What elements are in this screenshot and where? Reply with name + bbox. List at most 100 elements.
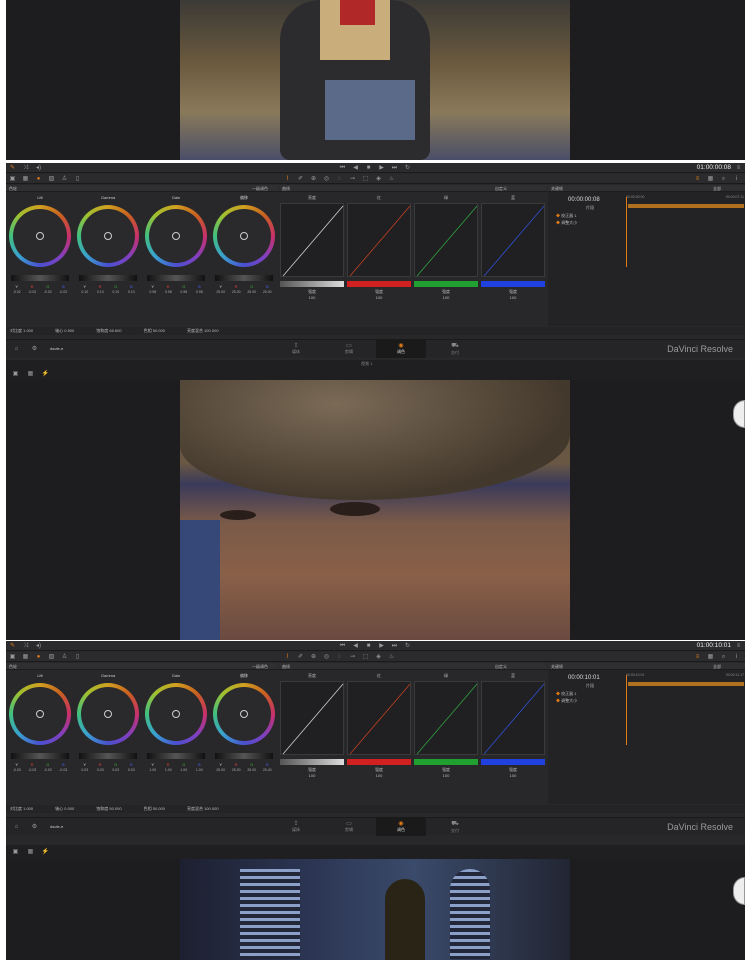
green-curve[interactable] xyxy=(414,203,478,277)
sizing-icon[interactable]: ⬚ xyxy=(361,653,370,661)
gamma-master-slider[interactable] xyxy=(79,753,137,759)
blue-intensity-bar[interactable] xyxy=(481,759,545,765)
intensity-value[interactable]: 100 xyxy=(481,295,545,300)
audio-icon[interactable]: ◂) xyxy=(34,164,43,172)
3d-icon[interactable]: ◈ xyxy=(374,175,383,183)
page-media[interactable]: ⇪ 媒体 xyxy=(271,340,321,358)
contrast-value[interactable]: 对比度 1.000 xyxy=(10,806,33,812)
page-edit[interactable]: ▭ 剪辑 xyxy=(324,340,374,358)
wand-icon[interactable]: ⚡ xyxy=(41,848,50,856)
wheel-handle[interactable] xyxy=(240,710,248,718)
offset-values[interactable]: 25.00 25.00 25.00 25.40 xyxy=(213,768,275,772)
intensity-value[interactable]: 100 xyxy=(280,773,344,778)
pivot-value[interactable]: 轴心 0.000 xyxy=(55,806,74,812)
image-icon[interactable]: ▨ xyxy=(47,175,56,183)
node-icon[interactable]: ♙ xyxy=(60,653,69,661)
wheels-mode[interactable]: 一级调色 xyxy=(252,663,268,670)
intensity-value[interactable]: 100 xyxy=(481,773,545,778)
info-icon[interactable]: i xyxy=(732,653,741,661)
offset-wheel[interactable] xyxy=(213,205,275,267)
wheel-handle[interactable] xyxy=(172,232,180,240)
offset-master-slider[interactable] xyxy=(215,753,273,759)
loop-icon[interactable]: ↻ xyxy=(403,642,412,650)
color-wheel-icon[interactable]: ● xyxy=(34,175,43,183)
page-edit[interactable]: ▭ 剪辑 xyxy=(324,818,374,836)
keyframes-mode[interactable]: 全部 xyxy=(713,663,721,670)
window-icon[interactable]: ⊕ xyxy=(309,175,318,183)
color-wheel-icon[interactable]: ● xyxy=(34,653,43,661)
page-color[interactable]: ◉ 调色 xyxy=(376,818,426,836)
kf-clip-bar[interactable] xyxy=(628,204,744,208)
luma-intensity-bar[interactable] xyxy=(280,281,344,287)
wheel-handle[interactable] xyxy=(36,232,44,240)
grid-icon[interactable]: ▦ xyxy=(26,370,35,378)
info-icon[interactable]: i xyxy=(732,175,741,183)
device-icon[interactable]: ▯ xyxy=(73,653,82,661)
camera-icon[interactable]: ▣ xyxy=(8,175,17,183)
luma-curve[interactable] xyxy=(280,681,344,755)
green-intensity-bar[interactable] xyxy=(414,759,478,765)
gamma-wheel[interactable] xyxy=(77,683,139,745)
kf-track-2[interactable]: ◆ 调整大小 xyxy=(556,220,577,226)
playhead[interactable] xyxy=(626,675,627,745)
saturation-value[interactable]: 饱和度 65.600 xyxy=(96,328,121,334)
window-icon[interactable]: ⊕ xyxy=(309,653,318,661)
gain-values[interactable]: 1.00 1.00 1.00 1.00 xyxy=(145,768,207,772)
camera-icon[interactable]: ▣ xyxy=(8,653,17,661)
play-icon[interactable]: ▶ xyxy=(377,164,386,172)
lift-values[interactable]: -0.02 -0.02 -0.02 -0.02 xyxy=(9,290,71,294)
scopes-icon[interactable]: ▦ xyxy=(706,175,715,183)
page-deliver[interactable]: ⛟ 交付 xyxy=(430,818,480,836)
stop-icon[interactable]: ■ xyxy=(364,164,373,172)
saturation-value[interactable]: 饱和度 50.000 xyxy=(96,806,121,812)
lift-master-slider[interactable] xyxy=(11,753,69,759)
skip-end-icon[interactable]: ⏭ xyxy=(390,642,399,650)
kf-track-1[interactable]: ◆ 校正器 1 xyxy=(556,691,576,697)
intensity-value[interactable]: 100 xyxy=(347,773,411,778)
playhead[interactable] xyxy=(626,197,627,267)
skip-start-icon[interactable]: ⏮ xyxy=(338,642,347,650)
red-intensity-bar[interactable] xyxy=(347,281,411,287)
pivot-value[interactable]: 轴心 0.500 xyxy=(55,328,74,334)
page-media[interactable]: ⇪ 媒体 xyxy=(271,818,321,836)
blue-intensity-bar[interactable] xyxy=(481,281,545,287)
tracker-icon[interactable]: ◎ xyxy=(322,175,331,183)
luma-intensity-bar[interactable] xyxy=(280,759,344,765)
red-curve[interactable] xyxy=(347,681,411,755)
lift-wheel[interactable] xyxy=(9,205,71,267)
offset-master-slider[interactable] xyxy=(215,275,273,281)
gain-values[interactable]: 0.98 0.98 0.98 0.98 xyxy=(145,290,207,294)
search-icon[interactable]: ⌕ xyxy=(719,653,728,661)
page-deliver[interactable]: ⛟ 交付 xyxy=(430,340,480,358)
contrast-value[interactable]: 对比度 1.000 xyxy=(10,328,33,334)
grid-icon[interactable]: ▦ xyxy=(26,848,35,856)
blur-icon[interactable]: ◌ xyxy=(335,175,344,183)
loop-icon[interactable]: ↻ xyxy=(403,164,412,172)
keyframe-toggle-icon[interactable]: ≡ xyxy=(693,653,702,661)
step-back-icon[interactable]: ◀ xyxy=(351,164,360,172)
luma-mix-value[interactable]: 亮度混合 100.000 xyxy=(187,806,219,812)
3d-icon[interactable]: ◈ xyxy=(374,653,383,661)
grid-icon[interactable]: ▦ xyxy=(21,653,30,661)
sizing-icon[interactable]: ⬚ xyxy=(361,175,370,183)
curves-icon[interactable]: ⌇ xyxy=(283,175,292,183)
qualifier-icon[interactable]: ✐ xyxy=(296,175,305,183)
wheel-handle[interactable] xyxy=(172,710,180,718)
pen-tool-icon[interactable]: ✎ xyxy=(8,642,17,650)
scroll-handle[interactable] xyxy=(733,400,745,428)
gain-wheel[interactable] xyxy=(145,205,207,267)
offset-values[interactable]: 25.00 25.00 25.00 25.00 xyxy=(213,290,275,294)
lift-master-slider[interactable] xyxy=(11,275,69,281)
hue-value[interactable]: 色相 50.000 xyxy=(144,328,165,334)
gain-master-slider[interactable] xyxy=(147,753,205,759)
wheel-handle[interactable] xyxy=(240,232,248,240)
keyframe-toggle-icon[interactable]: ≡ xyxy=(693,175,702,183)
gamma-values[interactable]: 0.03 0.03 0.03 0.03 xyxy=(77,768,139,772)
blur-icon[interactable]: ◌ xyxy=(335,653,344,661)
wheel-handle[interactable] xyxy=(104,710,112,718)
gamma-wheel[interactable] xyxy=(77,205,139,267)
gain-wheel[interactable] xyxy=(145,683,207,745)
kf-track-1[interactable]: ◆ 校正器 1 xyxy=(556,213,576,219)
luma-mix-value[interactable]: 亮度混合 100.000 xyxy=(187,328,219,334)
grid-icon[interactable]: ▦ xyxy=(21,175,30,183)
